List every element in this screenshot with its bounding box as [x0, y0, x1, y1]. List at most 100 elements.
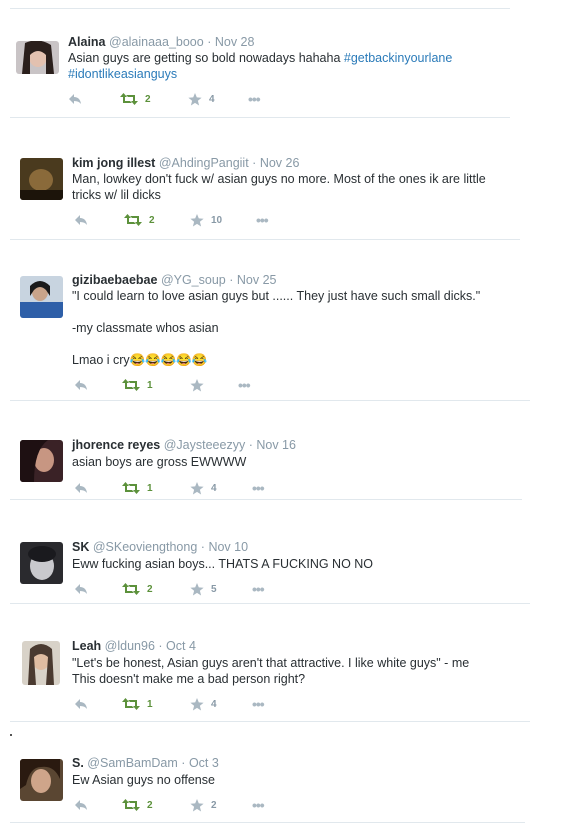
more-button[interactable]: ••• — [252, 797, 265, 813]
more-button[interactable]: ••• — [252, 581, 265, 597]
more-icon: ••• — [238, 377, 251, 393]
tweet-date[interactable]: Nov 10 — [208, 540, 248, 554]
reply-button[interactable] — [74, 212, 88, 228]
separator: · — [158, 639, 163, 653]
divider — [10, 603, 530, 604]
favorite-count: 4 — [209, 93, 215, 105]
favorite-button[interactable]: 4 — [190, 480, 217, 496]
reply-button[interactable] — [68, 91, 82, 107]
retweet-button[interactable]: 2 — [122, 797, 153, 813]
reply-icon — [75, 483, 87, 493]
avatar[interactable] — [20, 158, 63, 200]
divider — [10, 239, 520, 240]
tweet-date[interactable]: Oct 4 — [166, 639, 196, 653]
separator: · — [248, 438, 253, 452]
retweet-icon — [122, 482, 140, 494]
divider — [10, 400, 530, 401]
tweet-date[interactable]: Nov 26 — [260, 156, 300, 170]
retweet-icon — [122, 379, 140, 391]
text-line: Lmao i cry😂😂😂😂😂 — [72, 353, 208, 367]
retweet-count: 1 — [147, 698, 153, 710]
favorite-count: 4 — [211, 482, 217, 494]
avatar[interactable] — [20, 276, 63, 318]
user-handle[interactable]: @SamBamDam — [87, 756, 178, 770]
divider — [10, 117, 510, 118]
reply-button[interactable] — [74, 480, 88, 496]
user-handle[interactable]: @SKeoviengthong — [93, 540, 197, 554]
text-line: asian boys are gross EWWWW — [72, 455, 247, 469]
reply-button[interactable] — [74, 797, 88, 813]
user-name[interactable]: kim jong illest — [72, 156, 155, 170]
retweet-button[interactable]: 2 — [124, 212, 155, 228]
user-handle[interactable]: @alainaaa_booo — [109, 35, 204, 49]
user-name[interactable]: SK — [72, 540, 89, 554]
retweet-count: 2 — [145, 93, 151, 105]
user-name[interactable]: jhorence reyes — [72, 438, 160, 452]
reply-button[interactable] — [74, 377, 88, 393]
reply-icon — [69, 94, 81, 104]
favorite-button[interactable] — [190, 377, 211, 393]
star-icon — [190, 798, 204, 811]
retweet-button[interactable]: 1 — [122, 696, 153, 712]
favorite-button[interactable]: 10 — [190, 212, 222, 228]
tweet-date[interactable]: Nov 28 — [215, 35, 255, 49]
more-button[interactable]: ••• — [248, 91, 261, 107]
text-line: "Let's be honest, Asian guys aren't that… — [72, 656, 470, 670]
avatar[interactable] — [20, 440, 63, 482]
retweet-button[interactable]: 2 — [120, 91, 151, 107]
retweet-icon — [120, 93, 138, 105]
user-name[interactable]: S. — [72, 756, 84, 770]
text-line: Asian guys are getting so bold nowadays … — [68, 51, 344, 65]
favorite-button[interactable]: 2 — [190, 797, 217, 813]
user-handle[interactable]: @ldun96 — [105, 639, 155, 653]
retweet-button[interactable]: 1 — [122, 377, 153, 393]
user-name[interactable]: gizibaebaebae — [72, 273, 157, 287]
star-icon — [190, 213, 204, 226]
star-icon — [190, 481, 204, 494]
tweet-date[interactable]: Nov 25 — [237, 273, 277, 287]
favorite-button[interactable]: 4 — [188, 91, 215, 107]
favorite-button[interactable]: 4 — [190, 696, 217, 712]
more-button[interactable]: ••• — [256, 212, 269, 228]
user-name[interactable]: Alaina — [68, 35, 106, 49]
reply-icon — [75, 584, 87, 594]
text-line: -my classmate whos asian — [72, 321, 219, 335]
hashtag-link[interactable]: #getbackinyourlane — [344, 51, 452, 65]
stray-mark — [10, 734, 12, 736]
retweet-button[interactable]: 1 — [122, 480, 153, 496]
retweet-count: 2 — [149, 214, 155, 226]
more-button[interactable]: ••• — [238, 377, 251, 393]
text-line: tricks w/ lil dicks — [72, 188, 161, 202]
avatar[interactable] — [20, 542, 63, 584]
divider — [10, 721, 530, 722]
favorite-button[interactable]: 5 — [190, 581, 217, 597]
more-button[interactable]: ••• — [252, 696, 265, 712]
retweet-count: 2 — [147, 799, 153, 811]
reply-button[interactable] — [74, 581, 88, 597]
avatar[interactable] — [22, 641, 60, 685]
text-line: Man, lowkey don't fuck w/ asian guys no … — [72, 172, 486, 186]
tweet-text: Asian guys are getting so bold nowadays … — [68, 50, 508, 82]
text-line: Ew Asian guys no offense — [72, 773, 215, 787]
tweet-date[interactable]: Nov 16 — [256, 438, 296, 452]
avatar[interactable] — [16, 41, 59, 74]
tweet-text: Ew Asian guys no offense — [72, 772, 512, 788]
separator: · — [181, 756, 186, 770]
avatar[interactable] — [20, 759, 63, 801]
retweet-icon — [122, 799, 140, 811]
reply-button[interactable] — [74, 696, 88, 712]
user-handle[interactable]: @AhdingPangiit — [159, 156, 249, 170]
star-icon — [190, 697, 204, 710]
tweet-date[interactable]: Oct 3 — [189, 756, 219, 770]
divider — [10, 499, 522, 500]
separator: · — [252, 156, 257, 170]
tweet-text: "Let's be honest, Asian guys aren't that… — [72, 655, 532, 687]
retweet-count: 2 — [147, 583, 153, 595]
user-handle[interactable]: @YG_soup — [161, 273, 226, 287]
retweet-button[interactable]: 2 — [122, 581, 153, 597]
more-button[interactable]: ••• — [252, 480, 265, 496]
divider — [10, 822, 525, 823]
user-handle[interactable]: @Jaysteeezyy — [164, 438, 245, 452]
user-name[interactable]: Leah — [72, 639, 101, 653]
hashtag-link[interactable]: #idontlikeasianguys — [68, 67, 177, 81]
